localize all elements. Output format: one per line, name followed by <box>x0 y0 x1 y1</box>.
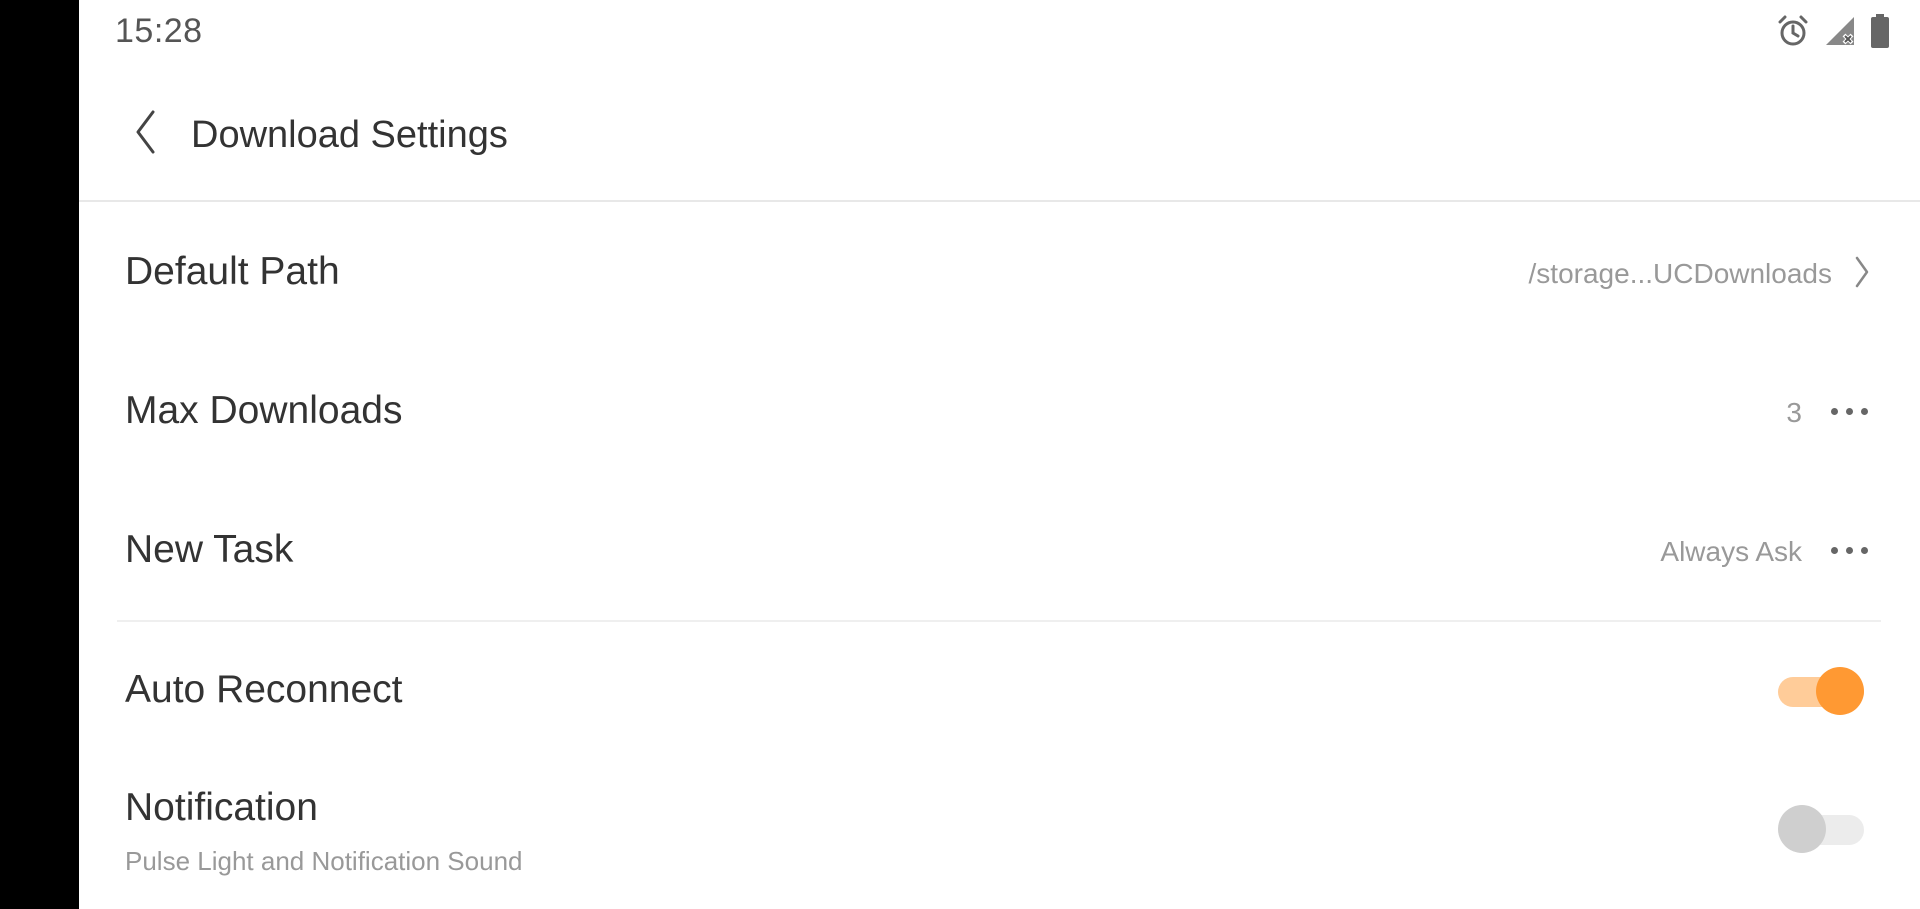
new-task-label: New Task <box>125 528 294 571</box>
max-downloads-label: Max Downloads <box>125 389 403 432</box>
back-button[interactable] <box>119 106 171 158</box>
header: Download Settings <box>79 62 1920 202</box>
toggle-knob <box>1816 667 1864 715</box>
battery-icon <box>1870 14 1890 48</box>
more-dots-icon[interactable] <box>1824 538 1874 562</box>
settings-screen: 15:28 Download Settings Default Path /st… <box>79 0 1920 909</box>
notification-row[interactable]: Notification Pulse Light and Notificatio… <box>79 760 1920 909</box>
notification-label: Notification <box>125 786 318 829</box>
toggle-knob <box>1778 805 1826 853</box>
signal-no-service-icon <box>1824 15 1856 47</box>
auto-reconnect-row[interactable]: Auto Reconnect <box>79 622 1920 760</box>
page-title: Download Settings <box>191 114 508 156</box>
notification-subtitle: Pulse Light and Notification Sound <box>125 846 523 876</box>
alarm-icon <box>1776 14 1810 48</box>
more-dots-icon[interactable] <box>1824 399 1874 423</box>
notification-toggle[interactable] <box>1778 805 1864 853</box>
left-black-bar <box>0 0 79 909</box>
max-downloads-value: 3 <box>1786 397 1802 428</box>
auto-reconnect-label: Auto Reconnect <box>125 668 403 711</box>
status-time: 15:28 <box>115 12 203 50</box>
chevron-right-icon <box>1850 254 1874 290</box>
new-task-value: Always Ask <box>1660 536 1802 567</box>
chevron-left-icon <box>136 110 155 154</box>
max-downloads-row[interactable]: Max Downloads 3 <box>79 343 1920 482</box>
default-path-label: Default Path <box>125 250 340 293</box>
default-path-row[interactable]: Default Path /storage...UCDownloads <box>79 204 1920 343</box>
default-path-value: /storage...UCDownloads <box>1528 258 1832 289</box>
auto-reconnect-toggle[interactable] <box>1778 667 1864 715</box>
status-bar: 15:28 <box>79 0 1920 62</box>
new-task-row[interactable]: New Task Always Ask <box>79 482 1920 620</box>
status-icons <box>1776 14 1890 48</box>
